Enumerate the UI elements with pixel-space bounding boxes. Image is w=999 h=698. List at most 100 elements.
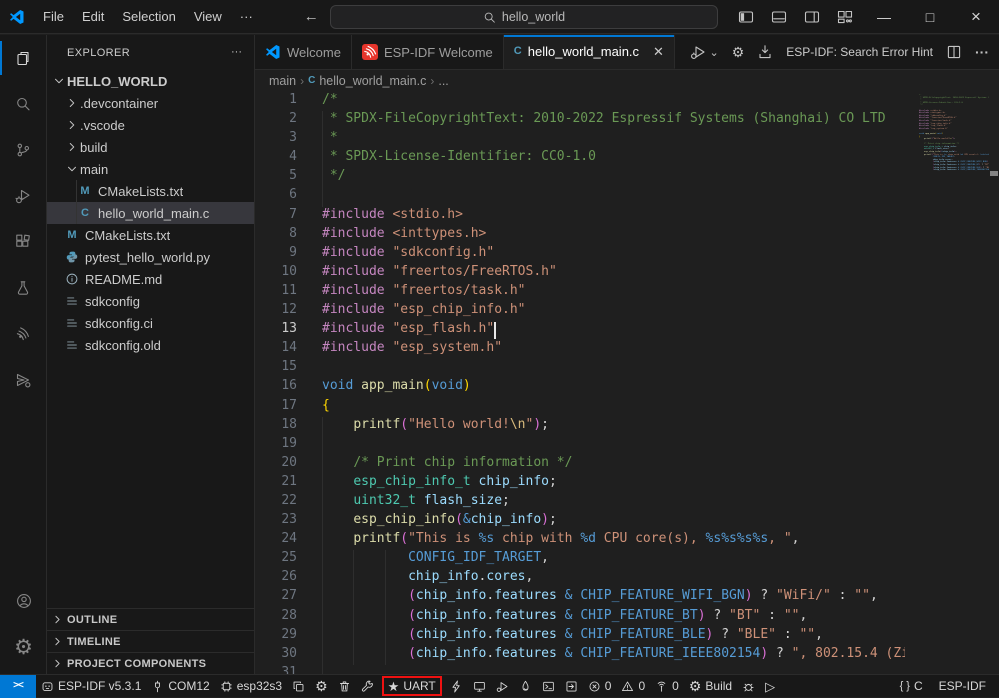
close-button[interactable]: ×: [953, 0, 999, 34]
play-icon: ▷: [765, 680, 775, 693]
tab-esp-idf-welcome[interactable]: ESP-IDF Welcome: [352, 35, 504, 69]
statusbar-open-idf-terminal[interactable]: [560, 675, 583, 698]
menu-selection[interactable]: Selection: [113, 5, 184, 28]
statusbar-remote[interactable]: ><: [0, 675, 36, 698]
menu-edit[interactable]: Edit: [73, 5, 113, 28]
statusbar-esp-idf-extension[interactable]: ESP-IDF: [934, 675, 991, 698]
line-number: 3: [255, 130, 310, 149]
tree-item-cmakelists-txt[interactable]: MCMakeLists.txt: [47, 180, 254, 202]
close-tab-icon[interactable]: ✕: [653, 44, 664, 60]
statusbar-flash-bolt[interactable]: [445, 675, 468, 698]
tree-item-build[interactable]: build: [47, 136, 254, 158]
tree-item-hello-world[interactable]: HELLO_WORLD: [47, 70, 254, 92]
tree-item-main[interactable]: main: [47, 158, 254, 180]
statusbar-device-target[interactable]: esp32s3: [215, 675, 287, 698]
run-dropdown-icon[interactable]: [690, 44, 706, 60]
tree-item-pytest-hello-world-py[interactable]: pytest_hello_world.py: [47, 246, 254, 268]
tab-welcome[interactable]: Welcome: [255, 35, 352, 69]
nav-back-icon[interactable]: ←: [304, 9, 319, 24]
minimap-line: [905, 172, 989, 175]
tree-item-label: sdkconfig.old: [85, 338, 161, 353]
code-line-14: 14#include "esp_system.h": [255, 340, 905, 359]
activitybar-testing[interactable]: [0, 265, 47, 311]
code-line-12: 12#include "esp_chip_info.h": [255, 302, 905, 321]
octoface-icon: [41, 680, 54, 693]
tree-item-readme-md[interactable]: README.md: [47, 268, 254, 290]
layout-right-icon[interactable]: [804, 9, 820, 25]
statusbar-warnings[interactable]: 0: [616, 675, 650, 698]
run-chevron-icon[interactable]: ⌄: [710, 46, 719, 59]
statusbar-run[interactable]: ▷: [760, 675, 780, 698]
menu-overflow[interactable]: ···: [231, 5, 262, 28]
sidebar-section-timeline[interactable]: TIMELINE: [47, 630, 254, 652]
more-icon[interactable]: ···: [975, 45, 989, 59]
breadcrumb-item[interactable]: hello_world_main.c: [319, 74, 426, 88]
statusbar-build[interactable]: ⚙Build: [684, 675, 737, 698]
statusbar-menuconfig-wrench[interactable]: [356, 675, 379, 698]
activitybar-extensions[interactable]: [0, 219, 47, 265]
breadcrumb-item[interactable]: main: [269, 74, 296, 88]
download-tray-icon[interactable]: [757, 44, 773, 60]
minimap[interactable]: /* * SPDX-FileCopyrightText: 2010-2022 E…: [905, 94, 989, 674]
info-icon: [64, 272, 80, 286]
line-text: #include "freertos/FreeRTOS.h": [310, 264, 905, 283]
maximize-button[interactable]: □: [907, 0, 953, 34]
layout-custom-icon[interactable]: [837, 9, 853, 25]
menu-file[interactable]: File: [34, 5, 73, 28]
statusbar-terminal[interactable]: [537, 675, 560, 698]
statusbar-monitor[interactable]: [468, 675, 491, 698]
tree-item-hello-world-main-c[interactable]: Chello_world_main.c: [47, 202, 254, 224]
split-icon[interactable]: [946, 44, 962, 60]
breadcrumb-item[interactable]: ...: [438, 74, 448, 88]
activitybar-run-debug[interactable]: [0, 173, 47, 219]
layout-left-icon[interactable]: [738, 9, 754, 25]
section-label: TIMELINE: [67, 636, 121, 648]
gear-icon[interactable]: ⚙: [732, 45, 745, 59]
statusbar-language-mode[interactable]: { }C: [895, 675, 928, 698]
tree-item-label: CMakeLists.txt: [98, 184, 183, 199]
bug-icon: [742, 680, 755, 693]
code-line-22: 22 uint32_t flash_size;: [255, 493, 905, 512]
code-editor[interactable]: 1/*2 * SPDX-FileCopyrightText: 2010-2022…: [255, 91, 999, 674]
tree-item-cmakelists-txt[interactable]: MCMakeLists.txt: [47, 224, 254, 246]
tab-hello-world-main-c[interactable]: Chello_world_main.c✕: [504, 35, 675, 69]
activitybar-espressif-idf[interactable]: [0, 311, 47, 357]
esp-idf-hint-label[interactable]: ESP-IDF: Search Error Hint: [786, 45, 933, 59]
explorer-more-icon[interactable]: ···: [231, 47, 242, 58]
activitybar-esp-idf-explorer[interactable]: [0, 357, 47, 403]
line-text: chip_info.cores,: [310, 569, 905, 588]
sidebar-section-project-components[interactable]: PROJECT COMPONENTS: [47, 652, 254, 674]
activitybar-settings[interactable]: ⚙: [0, 624, 47, 670]
m-file-icon: M: [64, 229, 80, 241]
tree-item--devcontainer[interactable]: .devcontainer: [47, 92, 254, 114]
statusbar-flash-method[interactable]: [287, 675, 310, 698]
tree-item-sdkconfig-old[interactable]: sdkconfig.old: [47, 334, 254, 356]
sidebar-section-outline[interactable]: OUTLINE: [47, 608, 254, 630]
menu-view[interactable]: View: [185, 5, 231, 28]
layout-bottom-icon[interactable]: [771, 9, 787, 25]
breadcrumb[interactable]: main›Chello_world_main.c›...: [255, 70, 999, 91]
statusbar-flash[interactable]: [514, 675, 537, 698]
tree-item--vscode[interactable]: .vscode: [47, 114, 254, 136]
statusbar-serial-port[interactable]: COM12: [146, 675, 214, 698]
tree-item-sdkconfig-ci[interactable]: sdkconfig.ci: [47, 312, 254, 334]
statusbar-full-clean[interactable]: [333, 675, 356, 698]
tree-item-sdkconfig[interactable]: sdkconfig: [47, 290, 254, 312]
statusbar-flash-uart[interactable]: ★UART: [379, 675, 445, 698]
statusbar-esp-idf-version[interactable]: ESP-IDF v5.3.1: [36, 675, 146, 698]
statusbar-debug-bug[interactable]: [737, 675, 760, 698]
activitybar-source-control[interactable]: [0, 127, 47, 173]
statusbar-errors[interactable]: 0: [583, 675, 617, 698]
overview-ruler[interactable]: [989, 91, 999, 674]
line-number: 31: [255, 665, 310, 674]
sidebar-sections: OUTLINE TIMELINE PROJECT COMPONENTS: [47, 608, 254, 674]
activitybar-explorer[interactable]: [0, 35, 47, 81]
minimize-button[interactable]: —: [861, 0, 907, 34]
statusbar-debug[interactable]: [491, 675, 514, 698]
activitybar-search[interactable]: [0, 81, 47, 127]
search-input[interactable]: hello_world: [330, 5, 718, 29]
statusbar-ports[interactable]: 0: [650, 675, 684, 698]
code-area[interactable]: 1/*2 * SPDX-FileCopyrightText: 2010-2022…: [255, 92, 905, 674]
statusbar-sdk-config[interactable]: ⚙: [310, 675, 333, 698]
activitybar-accounts[interactable]: [0, 578, 47, 624]
